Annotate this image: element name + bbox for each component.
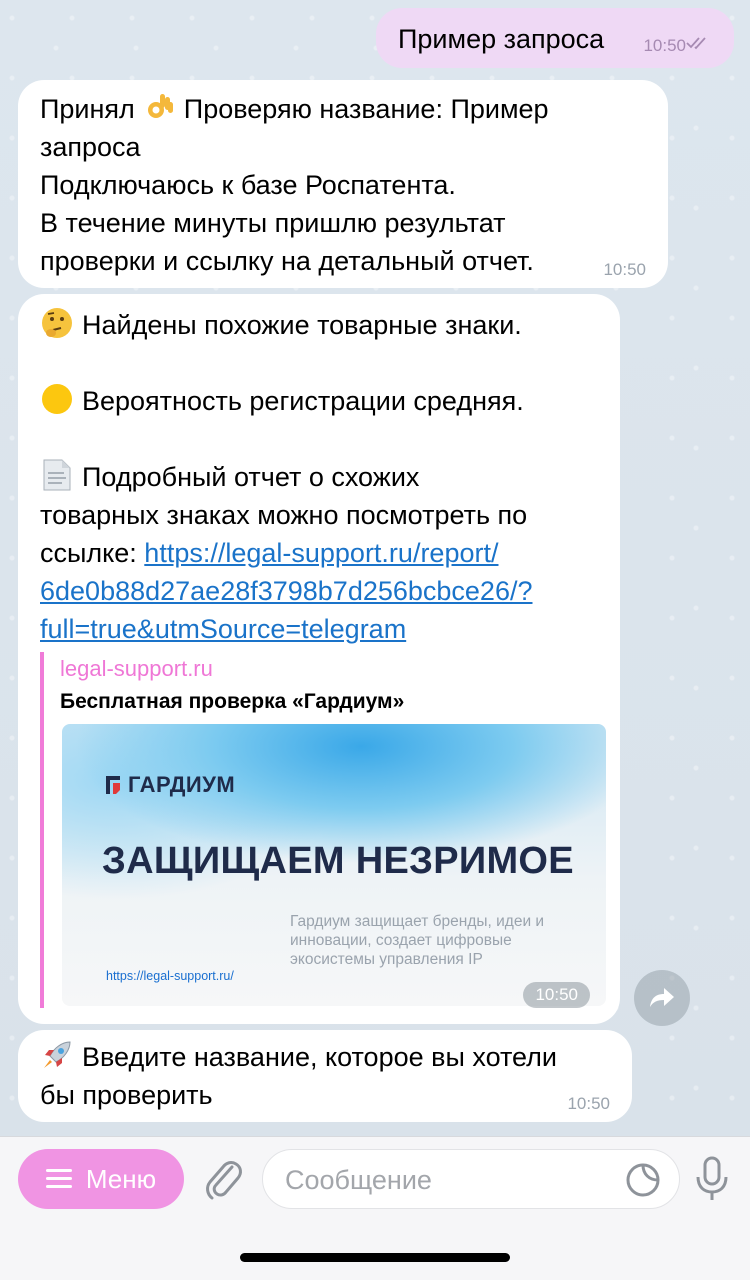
message-line: Принял Проверяю название: Пример <box>40 90 646 128</box>
message-time: 10:50 <box>603 260 646 279</box>
message-line: проверки и ссылку на детальный отчет. <box>40 246 534 276</box>
report-link[interactable]: full=true&utmSource=telegram <box>40 610 598 648</box>
gardium-logo-icon <box>106 776 120 794</box>
rocket-emoji <box>44 1041 71 1068</box>
preview-site: legal-support.ru <box>60 656 213 681</box>
message-line: Вероятность регистрации средняя. <box>40 382 598 420</box>
message-time: 10:50 <box>643 36 686 55</box>
menu-button[interactable]: Меню <box>18 1149 184 1209</box>
composer-bar: Меню <box>0 1136 750 1280</box>
brand-logo: ГАРДИУМ <box>104 766 235 804</box>
message-time: 10:50 <box>523 982 590 1008</box>
message-input[interactable] <box>285 1160 605 1200</box>
thinking-face-emoji <box>42 308 72 338</box>
message-line: Введите название, которое вы хотели <box>40 1038 610 1076</box>
report-link[interactable]: https://legal-support.ru/report/ <box>144 538 498 568</box>
message-input-container[interactable] <box>262 1149 680 1209</box>
message-text: Подробный отчет о схожих <box>82 462 420 492</box>
page-emoji <box>43 459 71 491</box>
brand-name: ГАРДИУМ <box>128 772 236 797</box>
message-text: Пример запроса <box>398 24 605 54</box>
message-line: Подключаюсь к базе Роспатента. <box>40 170 456 200</box>
yellow-circle-emoji <box>42 384 72 414</box>
message-text: Найдены похожие товарные знаки. <box>82 310 522 340</box>
hamburger-icon <box>45 1169 72 1189</box>
report-link[interactable]: 6de0b88d27ae28f3798b7d256bcbce26/? <box>40 572 598 610</box>
outgoing-message[interactable]: Пример запроса 10:50 <box>376 8 734 68</box>
preview-title: Бесплатная проверка «Гардиум» <box>60 690 405 713</box>
message-line: Подробный отчет о схожих <box>40 458 598 496</box>
message-text: Проверяю название: Пример <box>176 94 549 124</box>
preview-image[interactable]: ГАРДИУМ ЗАЩИЩАЕМ НЕЗРИМОЕ Гардиум защища… <box>62 724 606 1006</box>
message-text: ссылке: <box>40 538 145 568</box>
incoming-message-prompt[interactable]: Введите название, которое вы хотели бы п… <box>18 1030 632 1122</box>
home-indicator <box>240 1253 510 1262</box>
message-line: В течение минуты пришлю результат <box>40 208 506 238</box>
microphone-icon[interactable] <box>694 1155 730 1203</box>
message-line: запроса <box>40 132 141 162</box>
message-line: Найдены похожие товарные знаки. <box>40 306 598 344</box>
link-preview[interactable]: legal-support.ru Бесплатная проверка «Га… <box>40 652 606 1008</box>
menu-label: Меню <box>85 1163 157 1194</box>
message-line: товарных знаках можно посмотреть по <box>40 500 528 530</box>
sticker-icon[interactable] <box>625 1162 661 1198</box>
forward-button[interactable] <box>634 970 690 1026</box>
preview-headline: ЗАЩИЩАЕМ НЕЗРИМОЕ <box>102 840 574 882</box>
message-text: Вероятность регистрации средняя. <box>82 386 524 416</box>
message-line: ссылке: https://legal-support.ru/report/ <box>40 534 598 572</box>
preview-url: https://legal-support.ru/ <box>106 969 234 983</box>
preview-tagline: Гардиум защищает бренды, идеи и инноваци… <box>290 913 545 968</box>
message-text: Введите название, которое вы хотели <box>82 1042 558 1072</box>
message-time: 10:50 <box>567 1094 610 1113</box>
ok-hand-emoji <box>148 94 174 118</box>
paperclip-icon[interactable] <box>202 1157 244 1203</box>
message-text: Принял <box>40 94 143 124</box>
double-check-icon <box>686 37 706 50</box>
incoming-message-result[interactable]: Найдены похожие товарные знаки. Вероятно… <box>18 294 620 1024</box>
message-line: бы проверить <box>40 1080 213 1110</box>
incoming-message-accepted[interactable]: Принял Проверяю название: Пример запроса… <box>18 80 668 288</box>
forward-icon <box>650 988 674 1007</box>
